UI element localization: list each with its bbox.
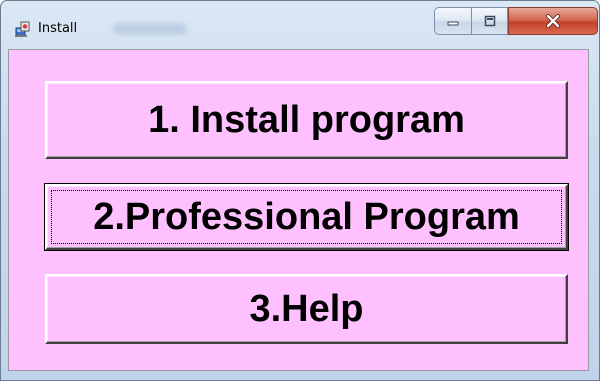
help-label: 3.Help bbox=[249, 287, 364, 330]
professional-program-label: 2.Professional Program bbox=[93, 195, 520, 238]
install-window: Install 1. Install program 2.Professiona… bbox=[0, 0, 600, 381]
professional-program-button[interactable]: 2.Professional Program bbox=[44, 183, 569, 251]
install-program-label: 1. Install program bbox=[148, 98, 465, 141]
caption-buttons bbox=[434, 7, 598, 37]
client-area: 1. Install program 2.Professional Progra… bbox=[8, 49, 589, 371]
title-bar[interactable]: Install bbox=[1, 1, 599, 49]
install-program-button[interactable]: 1. Install program bbox=[45, 81, 568, 159]
close-button[interactable] bbox=[508, 7, 598, 35]
minimize-icon bbox=[447, 21, 459, 26]
window-title: Install bbox=[38, 21, 78, 36]
maximize-icon bbox=[484, 15, 495, 27]
maximize-button[interactable] bbox=[471, 7, 508, 35]
close-icon bbox=[546, 14, 560, 28]
installer-icon[interactable] bbox=[14, 20, 32, 38]
help-button[interactable]: 3.Help bbox=[45, 274, 568, 344]
blurred-title-suffix bbox=[113, 23, 187, 35]
minimize-button[interactable] bbox=[434, 7, 471, 35]
